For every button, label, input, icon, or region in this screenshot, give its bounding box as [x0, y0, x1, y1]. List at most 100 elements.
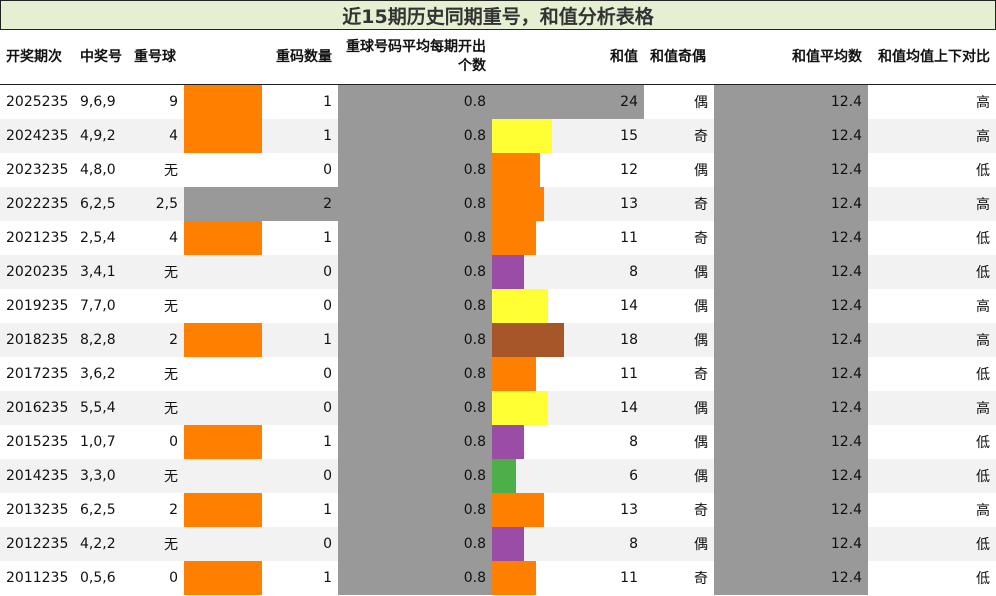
sum-avg-cell: 12.4: [714, 459, 868, 493]
repeat-avg-cell: 0.8: [338, 153, 492, 187]
sum-bar: [492, 255, 524, 289]
compare-cell: 低: [868, 527, 996, 561]
parity-cell: 奇: [644, 119, 714, 153]
parity-cell: 奇: [694, 503, 708, 519]
parity-cell: 偶: [644, 459, 714, 493]
period-cell: 2016235: [0, 391, 74, 425]
repeat-bar-cell: [184, 561, 262, 595]
period-cell: 2018235: [0, 323, 74, 357]
parity-cell: 偶: [644, 323, 714, 357]
sum-bar-cell: [492, 357, 588, 391]
table-row: 2021235 2,5,4 4 1 0.8 11 奇 12.4 低: [0, 221, 996, 255]
repeat-count-bar: [184, 221, 262, 255]
sum-cell: 8: [588, 255, 644, 289]
numbers-cell: 2,5,4: [80, 230, 116, 246]
compare-cell: 低: [976, 163, 990, 179]
compare-cell: 低: [976, 571, 990, 587]
table-row: 2025235 9,6,9 9 1 0.8 24 偶 12.4 高: [0, 84, 996, 119]
numbers-cell: 4,8,0: [80, 162, 116, 178]
compare-cell: 高: [976, 95, 990, 111]
sum-avg-cell: 12.4: [714, 84, 868, 119]
repeat-ball-cell: 无: [128, 459, 184, 493]
repeat-avg-cell: 0.8: [338, 493, 492, 527]
numbers-cell: 1,0,7: [80, 434, 116, 450]
repeat-count-bar: [184, 323, 262, 357]
parity-cell: 奇: [644, 187, 714, 221]
header-repeat-count: 重码数量: [262, 30, 338, 85]
repeat-count-cell: 0: [323, 298, 332, 314]
repeat-avg-cell: 0.8: [338, 357, 492, 391]
period-cell: 2014235: [0, 459, 74, 493]
repeat-bar-cell: [184, 323, 262, 357]
sum-bar-cell: [492, 459, 588, 493]
numbers-cell: 3,4,1: [74, 255, 128, 289]
compare-cell: 高: [868, 119, 996, 153]
repeat-avg-cell: 0.8: [338, 187, 492, 221]
sum-bar-cell: [492, 119, 588, 153]
numbers-cell: 7,7,0: [80, 298, 116, 314]
sum-avg-cell: 12.4: [714, 119, 868, 153]
numbers-cell: 9,6,9: [80, 94, 116, 110]
repeat-count-cell: 0: [262, 459, 338, 493]
sum-bar: [492, 289, 548, 323]
repeat-avg-cell: 0.8: [338, 289, 492, 323]
header-sum-avg: 和值平均数: [714, 30, 868, 85]
header-period: 开奖期次: [0, 30, 74, 85]
repeat-count-cell: 1: [323, 502, 332, 518]
period-cell: 2020235: [0, 255, 74, 289]
header-sum: 和值: [588, 30, 644, 85]
compare-cell: 高: [976, 503, 990, 519]
compare-cell: 低: [976, 231, 990, 247]
table-row: 2019235 7,7,0 无 0 0.8 14 偶 12.4 高: [0, 289, 996, 323]
sum-cell: 24: [588, 84, 644, 119]
repeat-avg-cell: 0.8: [338, 119, 492, 153]
numbers-cell: 6,2,5: [74, 187, 128, 221]
sum-bar: [492, 459, 516, 493]
sum-bar: [492, 493, 544, 527]
repeat-ball-cell: 无: [128, 391, 184, 425]
repeat-count-bar: [184, 119, 262, 153]
parity-cell: 偶: [694, 299, 708, 315]
parity-cell: 偶: [694, 435, 708, 451]
compare-cell: 低: [868, 255, 996, 289]
repeat-bar-cell: [184, 493, 262, 527]
repeat-ball-cell: 9: [169, 94, 178, 110]
table-row: 2012235 4,2,2 无 0 0.8 8 偶 12.4 低: [0, 527, 996, 561]
table-title: 近15期历史同期重号，和值分析表格: [0, 0, 996, 30]
parity-cell: 偶: [694, 95, 708, 111]
header-repeat-bar: [184, 30, 262, 85]
numbers-cell: 0,5,6: [80, 570, 116, 586]
sum-cell: 13: [620, 502, 638, 518]
compare-cell: 高: [868, 187, 996, 221]
sum-bar-cell: [492, 153, 588, 187]
repeat-avg-cell: 0.8: [338, 527, 492, 561]
repeat-ball-cell: 无: [128, 255, 184, 289]
repeat-count-cell: 0: [262, 255, 338, 289]
repeat-avg-cell: 0.8: [338, 459, 492, 493]
repeat-avg-cell: 0.8: [338, 425, 492, 459]
sum-cell: 13: [588, 187, 644, 221]
table-row: 2017235 3,6,2 无 0 0.8 11 奇 12.4 低: [0, 357, 996, 391]
sum-avg-cell: 12.4: [714, 391, 868, 425]
compare-cell: 高: [868, 391, 996, 425]
period-cell: 2023235: [6, 162, 69, 178]
header-compare: 和值均值上下对比: [868, 30, 996, 85]
sum-cell: 15: [588, 119, 644, 153]
repeat-ball-cell: 无: [164, 299, 178, 315]
sum-cell: 11: [620, 366, 638, 382]
sum-bar: [492, 187, 544, 221]
period-cell: 2011235: [6, 570, 69, 586]
sum-bar-cell: [492, 425, 588, 459]
header-repeat-ball: 重号球: [128, 30, 184, 85]
sum-bar: [492, 323, 564, 357]
sum-avg-cell: 12.4: [714, 221, 868, 255]
sum-bar: [492, 391, 548, 425]
repeat-avg-cell: 0.8: [338, 255, 492, 289]
repeat-avg-cell: 0.8: [338, 221, 492, 255]
repeat-ball-cell: 4: [169, 230, 178, 246]
repeat-count-cell: 1: [323, 94, 332, 110]
numbers-cell: 3,6,2: [80, 366, 116, 382]
repeat-count-cell: 0: [262, 391, 338, 425]
sum-bar-cell: [492, 289, 588, 323]
sum-bar-cell: [492, 561, 588, 595]
